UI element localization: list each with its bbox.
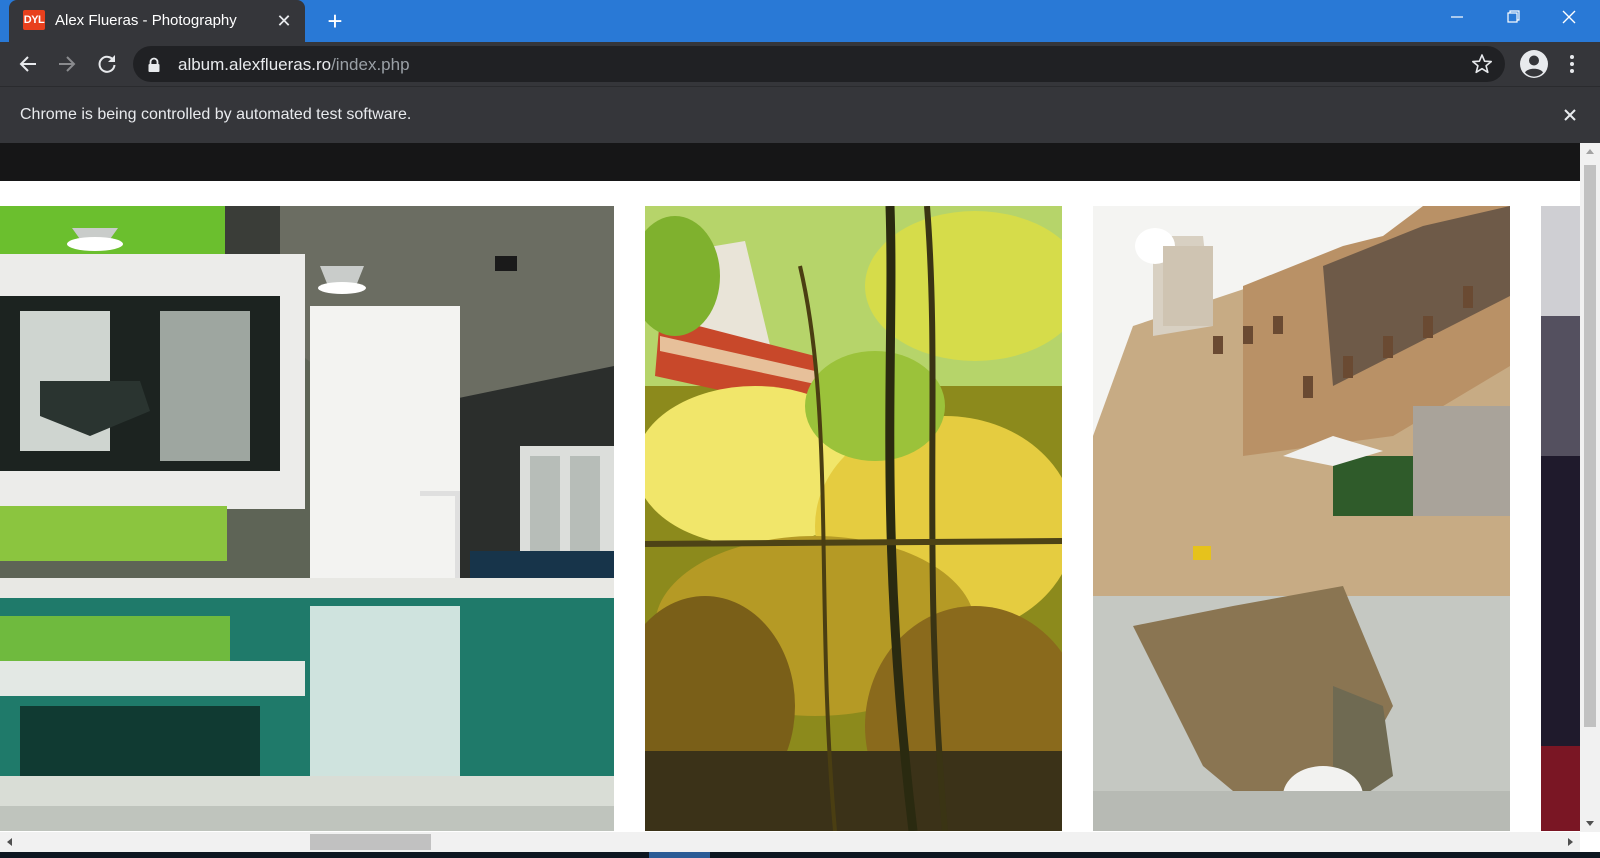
bookmark-star-icon[interactable] xyxy=(1471,53,1493,80)
restore-icon[interactable] xyxy=(1485,0,1541,34)
back-arrow-icon[interactable] xyxy=(12,48,44,80)
minimize-icon[interactable] xyxy=(1429,0,1485,34)
profile-avatar-icon[interactable] xyxy=(1518,48,1550,80)
scroll-right-arrow-icon[interactable] xyxy=(1560,832,1580,852)
taskbar-edge xyxy=(0,852,1600,858)
automation-infobar: Chrome is being controlled by automated … xyxy=(0,86,1600,144)
infobar-close-icon[interactable] xyxy=(1560,105,1580,125)
site-header-bar xyxy=(0,143,1580,181)
vertical-scroll-thumb[interactable] xyxy=(1584,165,1596,727)
url-host: album.alexflueras.ro xyxy=(178,55,332,74)
forward-arrow-icon[interactable] xyxy=(51,48,83,80)
kebab-menu-icon[interactable] xyxy=(1560,48,1584,80)
scroll-left-arrow-icon[interactable] xyxy=(0,832,20,852)
taskbar-active-indicator xyxy=(649,852,710,858)
tab-title: Alex Flueras - Photography xyxy=(55,12,237,29)
horizontal-scroll-thumb[interactable] xyxy=(310,834,431,850)
address-bar[interactable]: album.alexflueras.ro/index.php xyxy=(133,46,1505,82)
vertical-scrollbar[interactable] xyxy=(1580,143,1600,832)
site-favicon: DYL xyxy=(23,10,45,30)
tab-close-icon[interactable]: ✕ xyxy=(273,10,295,32)
gallery-photo-town-square[interactable] xyxy=(1093,206,1510,831)
browser-toolbar: album.alexflueras.ro/index.php xyxy=(0,42,1600,86)
active-tab[interactable]: DYL Alex Flueras - Photography ✕ xyxy=(9,0,305,42)
reload-icon[interactable] xyxy=(91,48,123,80)
tab-strip: DYL Alex Flueras - Photography ✕ + xyxy=(0,0,1600,42)
url-text[interactable]: album.alexflueras.ro/index.php xyxy=(178,55,410,75)
gallery-photo-vines[interactable] xyxy=(645,206,1062,831)
horizontal-scrollbar[interactable] xyxy=(0,832,1580,852)
new-tab-button[interactable]: + xyxy=(322,8,348,34)
window-close-icon[interactable] xyxy=(1541,0,1597,34)
gallery-photo-pool[interactable] xyxy=(0,206,614,831)
infobar-message: Chrome is being controlled by automated … xyxy=(20,106,412,123)
page-viewport xyxy=(0,143,1580,832)
gallery-photo-partial[interactable] xyxy=(1541,206,1580,831)
lock-icon[interactable] xyxy=(147,57,161,78)
scroll-up-arrow-icon[interactable] xyxy=(1580,143,1600,161)
url-path: /index.php xyxy=(331,55,410,74)
scroll-down-arrow-icon[interactable] xyxy=(1580,814,1600,832)
